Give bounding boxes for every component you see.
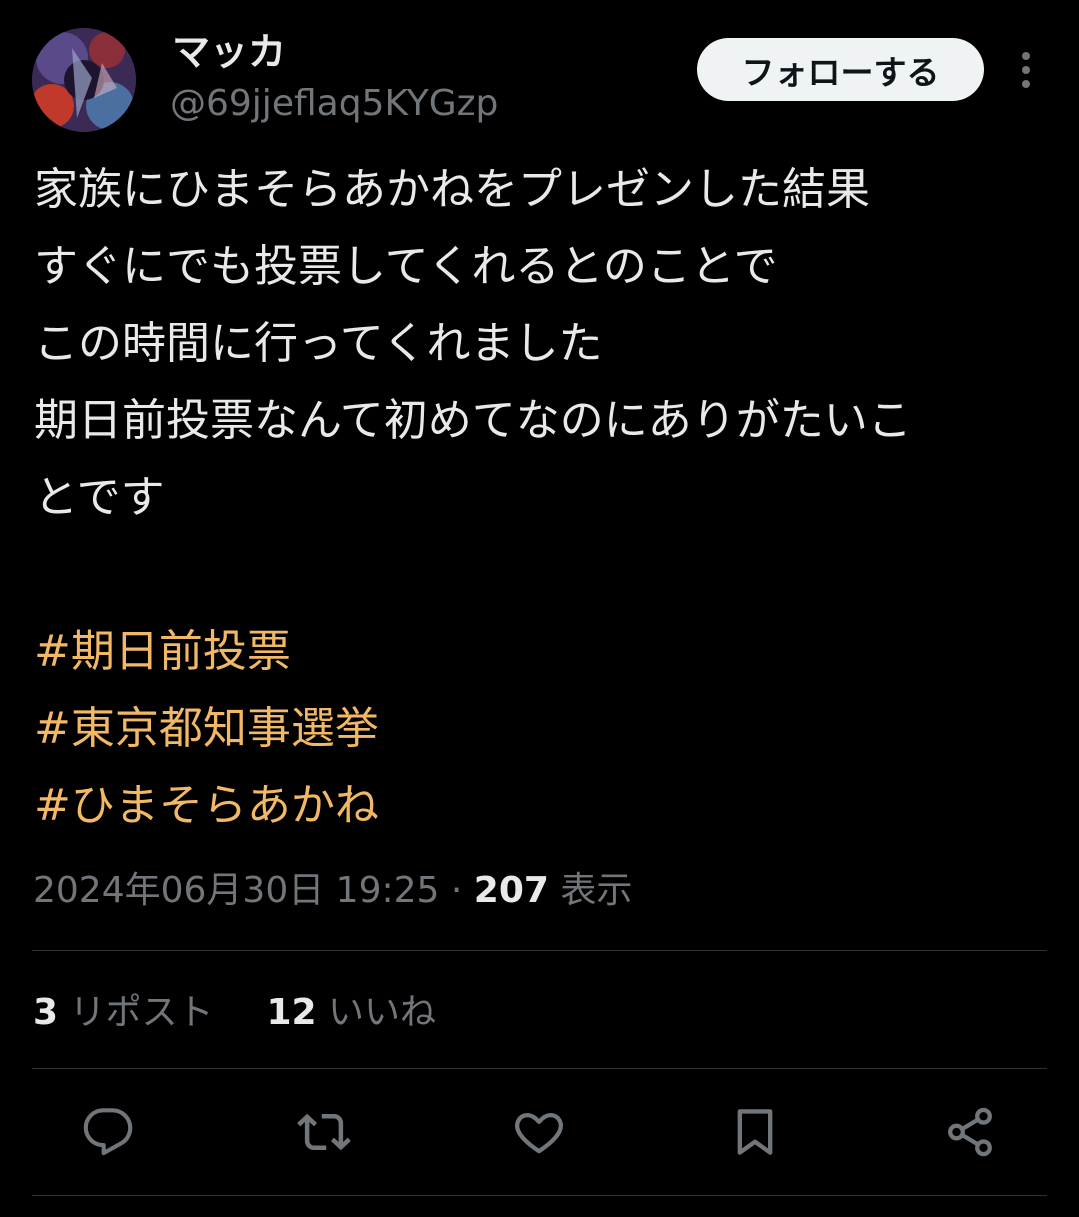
avatar[interactable]	[32, 28, 136, 132]
reply-button[interactable]	[80, 1104, 136, 1160]
heart-icon	[515, 1112, 563, 1154]
tweet-line: この時間に行ってくれました	[34, 318, 603, 369]
tweet-meta: 2024年06月30日 19:25 · 207 表示	[33, 866, 632, 916]
tweet-line: とです	[34, 472, 165, 523]
share-button[interactable]	[942, 1104, 998, 1160]
share-icon	[948, 1107, 992, 1157]
like-button[interactable]	[511, 1104, 567, 1160]
likes-stat[interactable]: 12 いいね	[266, 992, 436, 1033]
follow-button-label: フォローする	[741, 52, 940, 92]
tweet-text: 家族にひまそらあかねをプレゼンした結果 すぐにでも投票してくれるとのことで この…	[34, 151, 1044, 844]
reposts-stat[interactable]: 3 リポスト	[33, 992, 214, 1033]
tweet-line: 家族にひまそらあかねをプレゼンした結果	[34, 164, 870, 215]
hashtag-link[interactable]: #東京都知事選挙	[34, 690, 1044, 767]
more-vertical-icon	[1022, 52, 1030, 88]
likes-label: いいね	[328, 992, 437, 1033]
likes-count: 12	[266, 992, 317, 1033]
repost-button[interactable]	[296, 1104, 352, 1160]
views-count: 207	[473, 870, 549, 911]
author-handle[interactable]: @69jjeflaq5KYGzp	[170, 80, 498, 128]
avatar-image	[32, 28, 136, 132]
meta-separator: ·	[439, 870, 474, 911]
more-options-button[interactable]	[1008, 46, 1044, 94]
tweet-line: すぐにでも投票してくれるとのことで	[34, 241, 778, 292]
views-label: 表示	[560, 870, 633, 911]
repost-icon	[297, 1113, 351, 1151]
reposts-label: リポスト	[69, 992, 214, 1033]
tweet-line: 期日前投票なんて初めてなのにありがたいこ	[34, 395, 912, 446]
bookmark-button[interactable]	[727, 1104, 783, 1160]
divider	[32, 1195, 1047, 1196]
reply-icon	[83, 1108, 133, 1156]
reposts-count: 3	[33, 992, 59, 1033]
hashtag-link[interactable]: #期日前投票	[34, 613, 1044, 690]
tweet-timestamp[interactable]: 2024年06月30日 19:25	[33, 870, 439, 911]
divider	[32, 1068, 1047, 1069]
tweet-stats: 3 リポスト 12 いいね	[33, 988, 436, 1038]
hashtag-link[interactable]: #ひまそらあかね	[34, 767, 1044, 844]
author-display-name[interactable]: マッカ	[172, 28, 286, 76]
follow-button[interactable]: フォローする	[697, 38, 984, 101]
bookmark-icon	[737, 1109, 773, 1155]
divider	[32, 950, 1047, 951]
